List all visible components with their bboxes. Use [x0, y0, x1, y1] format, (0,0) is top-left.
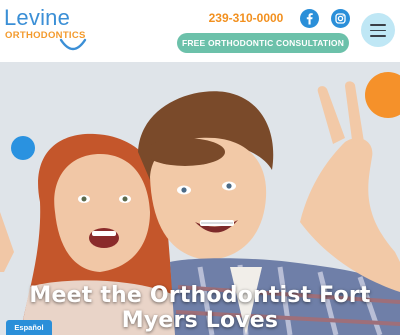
phone-link[interactable]: 239-310-0000: [200, 10, 292, 26]
hero-section: Meet the Orthodontist Fort Myers Loves: [0, 62, 400, 335]
logo-name: Levine: [4, 5, 71, 30]
site-header: Levine ORTHODONTICS 239-310-0000 FREE OR…: [0, 0, 400, 62]
hero-title-line1: Meet the Orthodontist Fort: [29, 283, 371, 308]
hero-title: Meet the Orthodontist Fort Myers Loves: [0, 283, 400, 333]
decorative-blue-dot: [11, 136, 35, 160]
facebook-icon[interactable]: [300, 9, 319, 28]
hamburger-menu-icon[interactable]: [361, 13, 395, 47]
smile-logo-icon: [59, 38, 87, 51]
free-consultation-button[interactable]: FREE ORTHODONTIC CONSULTATION: [177, 33, 349, 53]
logo[interactable]: Levine ORTHODONTICS: [4, 6, 90, 56]
instagram-icon[interactable]: [331, 9, 350, 28]
hero-title-line2: Myers Loves: [121, 308, 279, 333]
espanol-language-tab[interactable]: Español: [6, 320, 52, 335]
